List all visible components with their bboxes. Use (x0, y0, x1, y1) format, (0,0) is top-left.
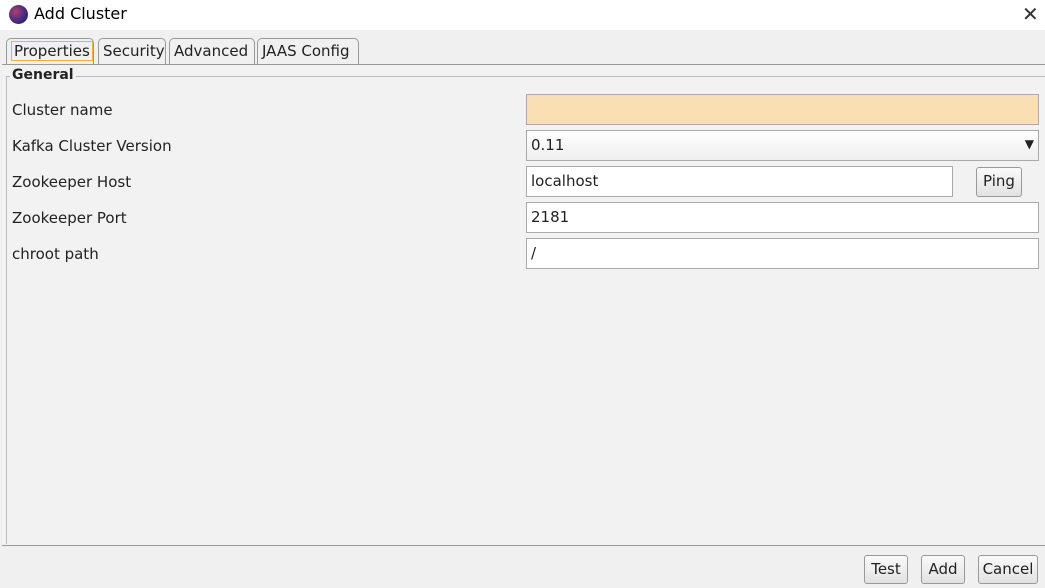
tab-security[interactable]: Security (98, 38, 166, 64)
test-button[interactable]: Test (864, 555, 908, 584)
kafka-version-value: 0.11 (531, 136, 565, 154)
zookeeper-host-input[interactable]: localhost (526, 166, 953, 197)
tab-label: JAAS Config (262, 42, 350, 60)
title-bar: Add Cluster ✕ (0, 0, 1045, 30)
cluster-name-input[interactable] (526, 94, 1039, 125)
close-icon[interactable]: ✕ (1022, 2, 1039, 26)
add-button[interactable]: Add (921, 555, 965, 584)
zookeeper-host-label: Zookeeper Host (12, 173, 132, 191)
ping-button[interactable]: Ping (976, 167, 1022, 197)
window-title: Add Cluster (34, 4, 127, 23)
tab-label: Properties (11, 41, 93, 61)
chroot-path-input[interactable]: / (526, 238, 1039, 269)
group-title: General (10, 67, 76, 83)
tab-jaas-config[interactable]: JAAS Config (257, 38, 359, 64)
kafka-version-select[interactable]: 0.11 ▼ (526, 130, 1039, 161)
tab-advanced[interactable]: Advanced (169, 38, 255, 64)
tab-label: Advanced (174, 42, 249, 60)
zookeeper-port-input[interactable]: 2181 (526, 202, 1039, 233)
cluster-name-label: Cluster name (12, 101, 113, 119)
tab-properties[interactable]: Properties (6, 38, 94, 64)
cancel-button[interactable]: Cancel (978, 555, 1038, 584)
chroot-path-label: chroot path (12, 245, 99, 263)
dropdown-arrow-icon: ▼ (1024, 137, 1034, 151)
zookeeper-port-label: Zookeeper Port (12, 209, 127, 227)
kafka-version-label: Kafka Cluster Version (12, 137, 172, 155)
tab-label: Security (103, 42, 165, 60)
app-icon (9, 5, 28, 24)
